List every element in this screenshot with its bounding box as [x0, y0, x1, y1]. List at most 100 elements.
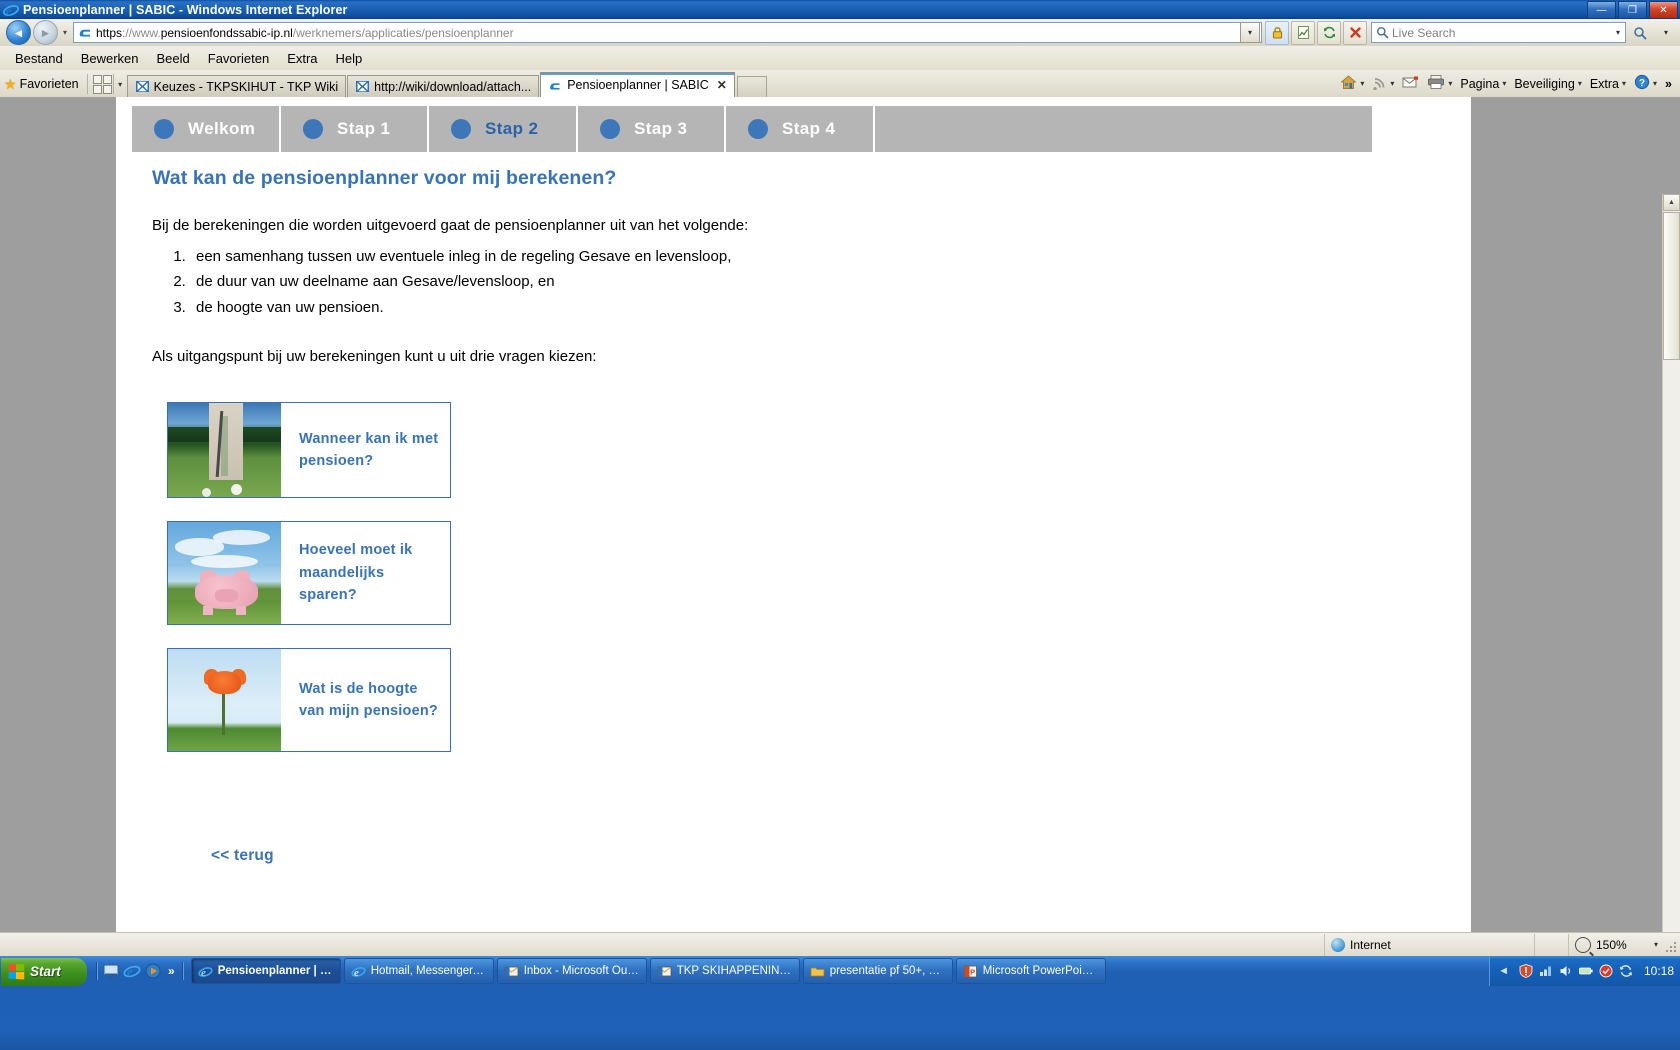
- tab-wiki-download[interactable]: http://wiki/download/attach...: [347, 75, 540, 97]
- antivirus-icon[interactable]: [1598, 963, 1614, 979]
- media-player-icon[interactable]: [144, 962, 162, 980]
- chevron-down-icon[interactable]: ▾: [1360, 79, 1364, 88]
- lock-icon[interactable]: [1265, 20, 1289, 45]
- tab-keuzes-tkpskihut[interactable]: Keuzes - TKPSKIHUT - TKP Wiki: [126, 75, 347, 97]
- back-button[interactable]: ◄: [6, 20, 31, 45]
- new-tab-button[interactable]: [736, 76, 767, 97]
- page-menu-button[interactable]: Pagina ▾: [1456, 73, 1510, 95]
- site-icon: [77, 24, 94, 41]
- address-input[interactable]: https://www.pensioenfondssabic-ip.nl/wer…: [73, 22, 1262, 43]
- menu-item-beeld[interactable]: Beeld: [148, 49, 199, 68]
- card-hoeveel-sparen[interactable]: Hoeveel moet ik maandelijks sparen?: [167, 521, 451, 625]
- step-welkom[interactable]: Welkom: [132, 106, 279, 152]
- sync-icon[interactable]: [1618, 963, 1634, 979]
- chevron-down-icon[interactable]: ▾: [1622, 79, 1626, 88]
- tab-close-icon[interactable]: ✕: [717, 78, 727, 92]
- taskbar-item-powerpoint[interactable]: P Microsoft PowerPoint - [...: [955, 958, 1106, 984]
- start-button[interactable]: Start: [1, 957, 87, 986]
- forward-button[interactable]: ►: [33, 20, 58, 45]
- search-options-dropdown[interactable]: ▾: [1654, 21, 1678, 45]
- help-menu-button[interactable]: ? ▾: [1630, 73, 1661, 95]
- feeds-button[interactable]: ▾: [1368, 73, 1398, 95]
- security-menu-button[interactable]: Beveiliging ▾: [1510, 73, 1585, 95]
- address-dropdown-button[interactable]: ▾: [1240, 22, 1260, 43]
- zoom-control[interactable]: 150% ▾: [1568, 933, 1664, 956]
- protected-mode-status: [1534, 933, 1568, 956]
- security-zone[interactable]: Internet: [1324, 933, 1534, 956]
- taskbar-item-hotmail[interactable]: e Hotmail, Messenger, nie...: [343, 958, 494, 984]
- volume-icon[interactable]: [1558, 963, 1574, 979]
- step-stap-4[interactable]: Stap 4: [726, 106, 873, 152]
- command-bar: ▾ ▾ ▾ Pagina ▾ Beveiliging ▾ Extra ▾ ? ▾…: [1336, 70, 1680, 97]
- quick-launch-bar: e »: [91, 957, 189, 985]
- list-item: een samenhang tussen uw eventuele inleg …: [190, 244, 1332, 269]
- chevron-down-icon[interactable]: ▾: [1448, 79, 1452, 88]
- tray-expand-icon[interactable]: ◄: [1498, 965, 1509, 977]
- tab-pensioenplanner[interactable]: Pensioenplanner | SABIC ✕: [540, 72, 735, 97]
- menu-item-extra[interactable]: Extra: [278, 49, 326, 68]
- compatibility-view-icon[interactable]: [1291, 20, 1315, 45]
- tab-list-dropdown[interactable]: ▾: [112, 74, 127, 94]
- scrollbar-thumb[interactable]: [1663, 212, 1680, 360]
- chevron-down-icon[interactable]: ▾: [1578, 79, 1582, 88]
- shield-icon[interactable]: [1518, 963, 1534, 979]
- refresh-icon[interactable]: [1317, 20, 1341, 45]
- step-stap-2[interactable]: Stap 2: [429, 106, 576, 152]
- taskbar-item-outlook-inbox[interactable]: Inbox - Microsoft Outlook: [496, 958, 647, 984]
- search-provider-dropdown[interactable]: ▾: [1611, 23, 1625, 42]
- resize-grip[interactable]: [1664, 934, 1680, 956]
- taskbar-item-tkp-skihappening[interactable]: TKP SKIHAPPENING 201...: [649, 958, 800, 984]
- taskbar-item-presentatie-folder[interactable]: presentatie pf 50+, dec ...: [802, 958, 953, 984]
- web-page: Welkom Stap 1 Stap 2 Stap 3 Stap 4 Wat k…: [0, 97, 1663, 932]
- menu-item-favorieten[interactable]: Favorieten: [199, 49, 278, 68]
- search-go-button[interactable]: [1628, 21, 1652, 45]
- scroll-up-button[interactable]: ▲: [1663, 194, 1680, 211]
- chevron-down-icon[interactable]: ▾: [1502, 79, 1506, 88]
- page-scrollbar[interactable]: ▲ ▼: [1662, 194, 1680, 932]
- page-body: Wat kan de pensioenplanner voor mij bere…: [152, 167, 1332, 365]
- svg-text:P: P: [970, 967, 975, 976]
- search-input[interactable]: Live Search ▾: [1371, 22, 1626, 43]
- chevron-down-icon[interactable]: ▾: [1653, 79, 1657, 88]
- home-button[interactable]: ▾: [1336, 73, 1368, 95]
- search-icon: [1372, 26, 1392, 39]
- command-bar-overflow[interactable]: »: [1661, 73, 1676, 95]
- taskbar-item-label: Pensioenplanner | SA...: [217, 965, 334, 977]
- internet-explorer-icon[interactable]: e: [123, 962, 141, 980]
- back-link[interactable]: << terug: [211, 847, 274, 865]
- tools-menu-button[interactable]: Extra ▾: [1586, 73, 1630, 95]
- step-stap-1[interactable]: Stap 1: [281, 106, 427, 152]
- battery-icon[interactable]: [1578, 963, 1594, 979]
- security-menu-label: Beveiliging: [1514, 76, 1575, 91]
- menu-item-bestand[interactable]: Bestand: [6, 49, 72, 68]
- minimize-button[interactable]: —: [1587, 1, 1616, 19]
- close-button[interactable]: ✕: [1649, 1, 1678, 19]
- maximize-button[interactable]: ❐: [1618, 1, 1647, 19]
- zoom-dropdown-icon[interactable]: ▾: [1654, 940, 1658, 949]
- menu-item-help[interactable]: Help: [327, 49, 372, 68]
- card-label: Wanneer kan ik met pensioen?: [299, 430, 439, 469]
- network-icon[interactable]: [1538, 963, 1554, 979]
- print-button[interactable]: ▾: [1423, 73, 1456, 95]
- stop-icon[interactable]: [1343, 20, 1367, 45]
- toolbar-divider: [86, 74, 88, 94]
- card-hoogte-pensioen[interactable]: Wat is de hoogte van mijn pensioen?: [167, 648, 451, 752]
- taskbar-item-pensioenplanner[interactable]: e Pensioenplanner | SA...: [190, 958, 341, 984]
- recent-pages-dropdown[interactable]: ▾: [58, 23, 72, 43]
- show-desktop-icon[interactable]: [102, 962, 120, 980]
- menu-item-bewerken[interactable]: Bewerken: [72, 49, 148, 68]
- folder-icon: [810, 964, 825, 979]
- internet-zone-icon: [1331, 937, 1345, 952]
- quick-tabs-icon[interactable]: [92, 74, 113, 94]
- card-wanneer-pensioen[interactable]: Wanneer kan ik met pensioen?: [167, 402, 451, 498]
- favorites-button[interactable]: ★ Favorieten: [0, 73, 85, 95]
- step-stap-3[interactable]: Stap 3: [578, 106, 724, 152]
- svg-text:e: e: [201, 967, 206, 979]
- step-navigation: Welkom Stap 1 Stap 2 Stap 3 Stap 4: [132, 106, 1372, 152]
- overflow-chevron-icon[interactable]: »: [165, 964, 178, 978]
- rss-icon: [1372, 75, 1387, 93]
- mail-button[interactable]: [1398, 73, 1423, 95]
- clock[interactable]: 10:18: [1644, 964, 1674, 978]
- chevron-down-icon[interactable]: ▾: [1390, 79, 1394, 88]
- magnifier-icon: [1575, 936, 1591, 953]
